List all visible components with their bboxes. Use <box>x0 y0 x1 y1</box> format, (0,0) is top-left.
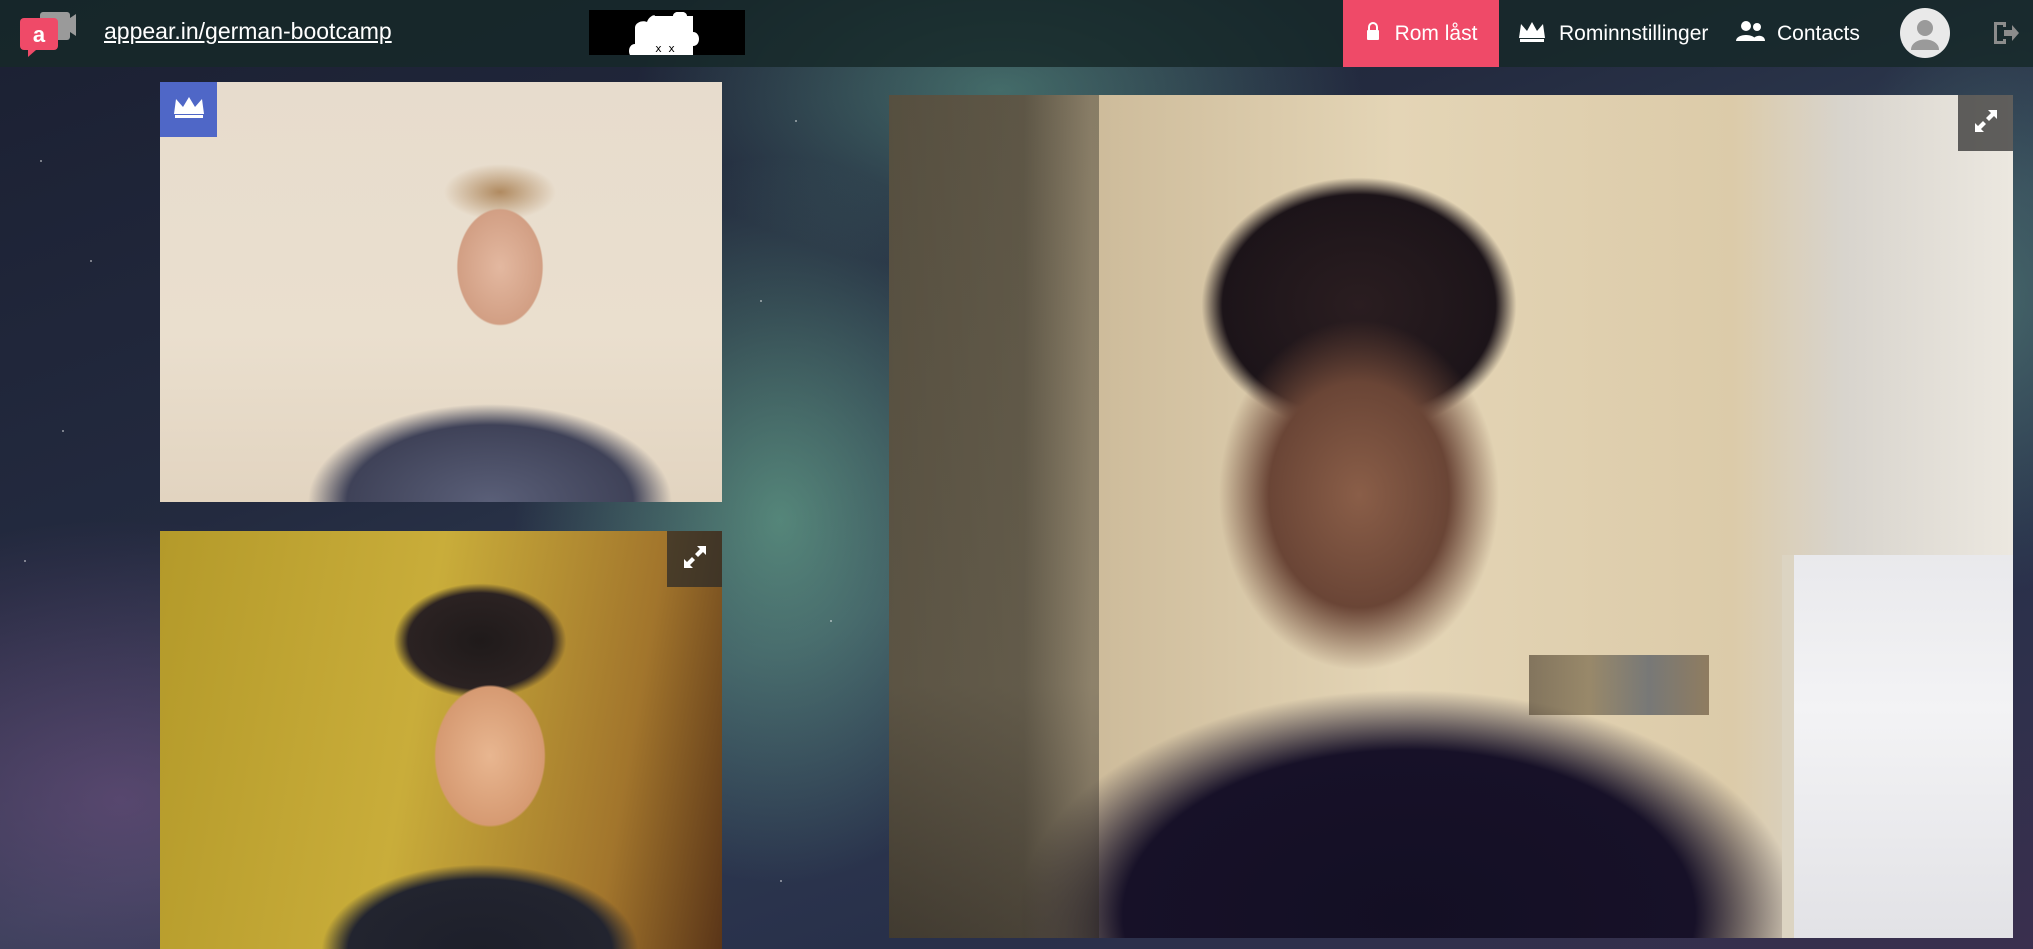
lock-icon <box>1365 21 1381 46</box>
room-url-link[interactable]: appear.in/german-bootcamp <box>104 18 392 45</box>
star <box>90 260 92 262</box>
owner-crown-badge <box>160 82 217 137</box>
participant-video-main[interactable] <box>889 95 2013 938</box>
star <box>795 120 797 122</box>
star <box>830 620 832 622</box>
star <box>40 160 42 162</box>
star <box>62 430 64 432</box>
contacts-icon <box>1735 19 1765 49</box>
contacts-label: Contacts <box>1777 21 1860 45</box>
svg-text:x x: x x <box>655 42 675 55</box>
star <box>780 880 782 882</box>
svg-text:a: a <box>33 22 46 47</box>
participant-video-2[interactable] <box>160 531 722 949</box>
crown-icon <box>172 95 206 124</box>
expand-video-button[interactable] <box>667 531 722 587</box>
expand-icon <box>682 544 708 575</box>
expand-icon <box>1973 108 1999 139</box>
crown-icon <box>1517 20 1547 48</box>
video-call-stage: a appear.in/german-bootcamp x x Rom låst <box>0 0 2033 949</box>
star <box>760 300 762 302</box>
room-lock-button[interactable]: Rom låst <box>1343 0 1499 67</box>
user-avatar-icon[interactable] <box>1900 8 1950 58</box>
expand-video-button[interactable] <box>1958 95 2013 151</box>
room-settings-button[interactable]: Rominnstillinger <box>1517 0 1708 67</box>
participant-video-owner[interactable] <box>160 82 722 502</box>
star <box>24 560 26 562</box>
room-lock-label: Rom låst <box>1394 21 1478 45</box>
puzzle-piece-face-icon: x x <box>589 10 745 55</box>
appear-in-logo-icon[interactable]: a <box>18 10 76 58</box>
contacts-button[interactable]: Contacts <box>1735 0 1860 67</box>
top-navigation-bar: a appear.in/german-bootcamp x x Rom låst <box>0 0 2033 67</box>
logout-icon[interactable] <box>1990 18 2020 48</box>
video-background-wall <box>889 95 1099 938</box>
video-background-shelf <box>1529 655 1709 715</box>
video-background-window <box>1782 555 2013 938</box>
room-settings-label: Rominnstillinger <box>1559 21 1709 45</box>
